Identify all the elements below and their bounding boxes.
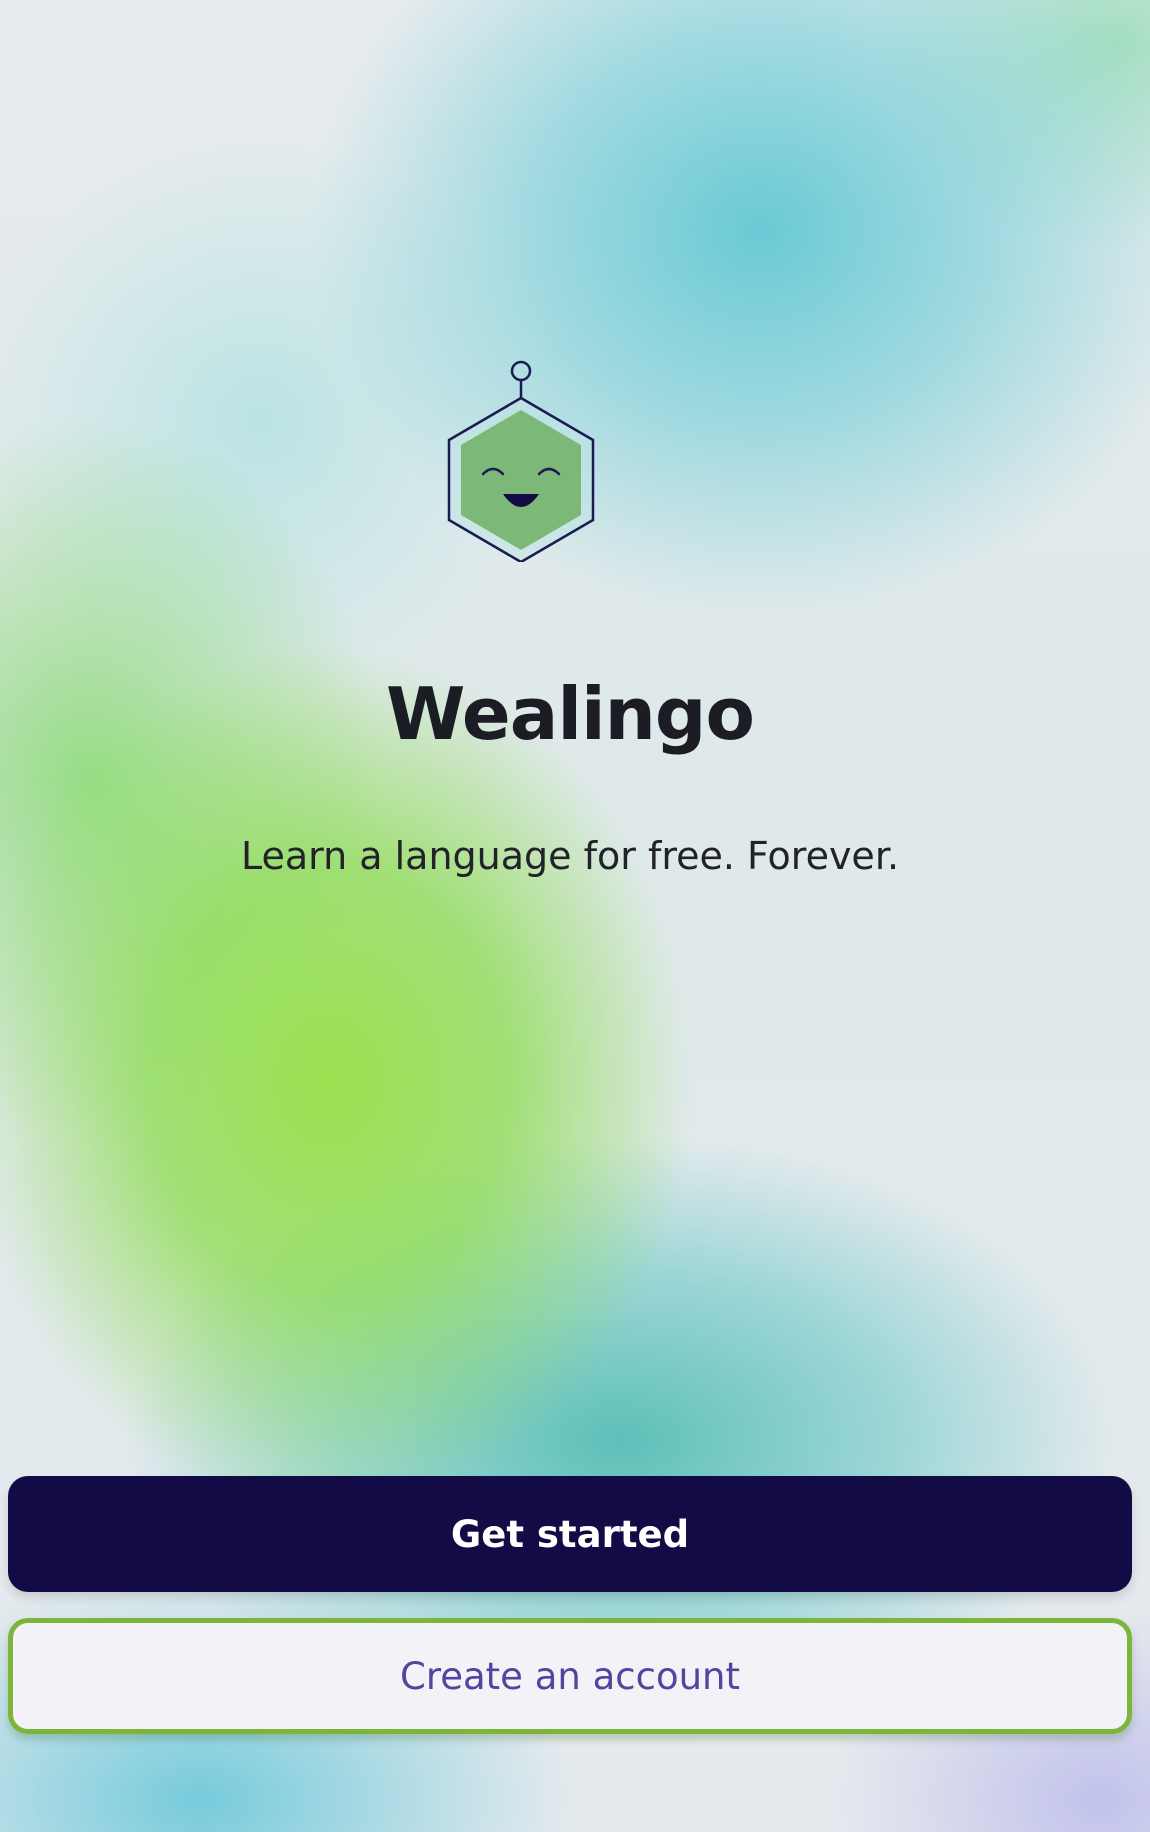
tagline: Learn a language for free. Forever. xyxy=(240,834,900,878)
create-account-button[interactable]: Create an account xyxy=(8,1618,1132,1734)
get-started-button[interactable]: Get started xyxy=(8,1476,1132,1592)
mascot-logo-icon xyxy=(447,360,595,562)
app-title: Wealingo xyxy=(386,672,755,756)
